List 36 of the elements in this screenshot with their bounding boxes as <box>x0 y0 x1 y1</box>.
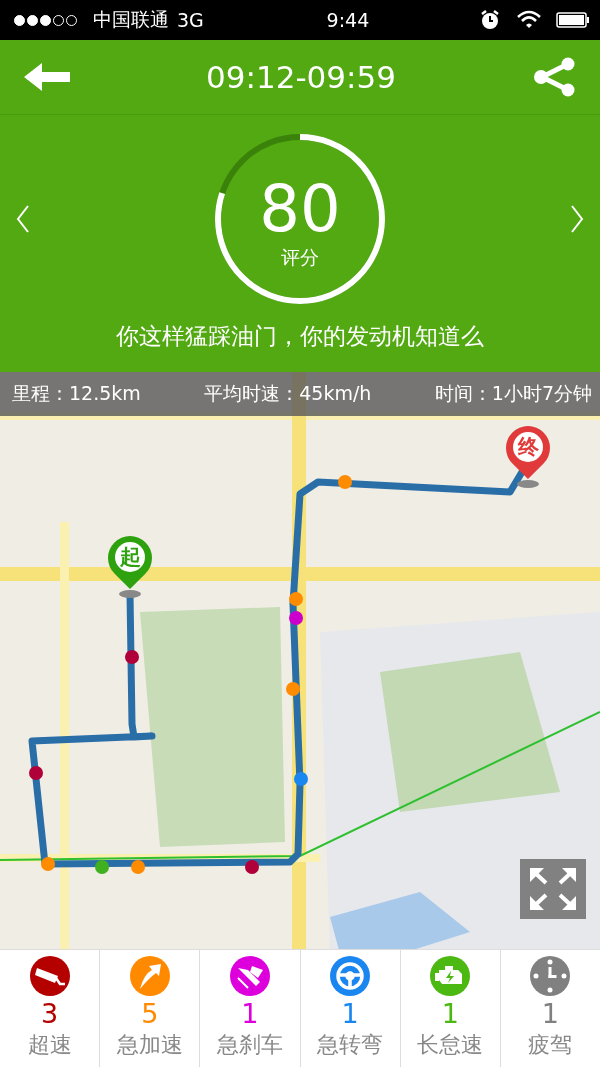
event-label: 长怠速 <box>417 1031 484 1059</box>
event-stat[interactable]: 3 超速 <box>0 950 100 1067</box>
event-stat[interactable]: 5 急加速 <box>99 950 200 1067</box>
wifi-icon <box>516 9 542 31</box>
event-label: 超速 <box>27 1031 72 1059</box>
battery-icon <box>556 11 590 29</box>
score-comment: 你这样猛踩油门，你的发动机知道么 <box>0 305 600 372</box>
score-label: 评分 <box>281 245 319 270</box>
clock-time: 9:44 <box>325 9 370 31</box>
event-stat[interactable]: 1 疲驾 <box>499 950 600 1067</box>
trip-stat: 时间：1小时7分钟 <box>434 381 592 406</box>
event-count: 1 <box>441 998 459 1030</box>
event-stat[interactable]: 1 急刹车 <box>199 950 300 1067</box>
event-count: 1 <box>241 998 259 1030</box>
event-label: 疲驾 <box>528 1031 573 1059</box>
event-stat[interactable]: 1 长怠速 <box>399 950 500 1067</box>
event-count: 3 <box>41 998 59 1030</box>
chevron-left-icon <box>16 205 30 233</box>
event-label: 急刹车 <box>216 1031 283 1059</box>
back-arrow-icon <box>24 62 70 92</box>
fullscreen-button[interactable] <box>520 859 586 919</box>
trip-stat: 平均时速：45km/h <box>204 381 372 406</box>
event-stat[interactable]: 1 急转弯 <box>299 950 400 1067</box>
score-value: 80 <box>259 177 341 241</box>
event-label: 急加速 <box>116 1031 183 1059</box>
event-count: 1 <box>541 998 560 1030</box>
trip-stat: 里程：12.5km <box>12 381 141 406</box>
share-icon <box>532 57 576 97</box>
network-type: 3G <box>177 9 204 31</box>
event-label: 急转弯 <box>317 1031 384 1059</box>
event-count: 1 <box>341 998 359 1030</box>
chevron-right-icon <box>570 205 584 233</box>
event-count: 5 <box>141 998 159 1030</box>
expand-arrows-icon <box>528 866 578 912</box>
trip-time-title: 09:12-09:59 <box>206 59 396 95</box>
carrier-name: 中国联通 <box>93 7 169 32</box>
